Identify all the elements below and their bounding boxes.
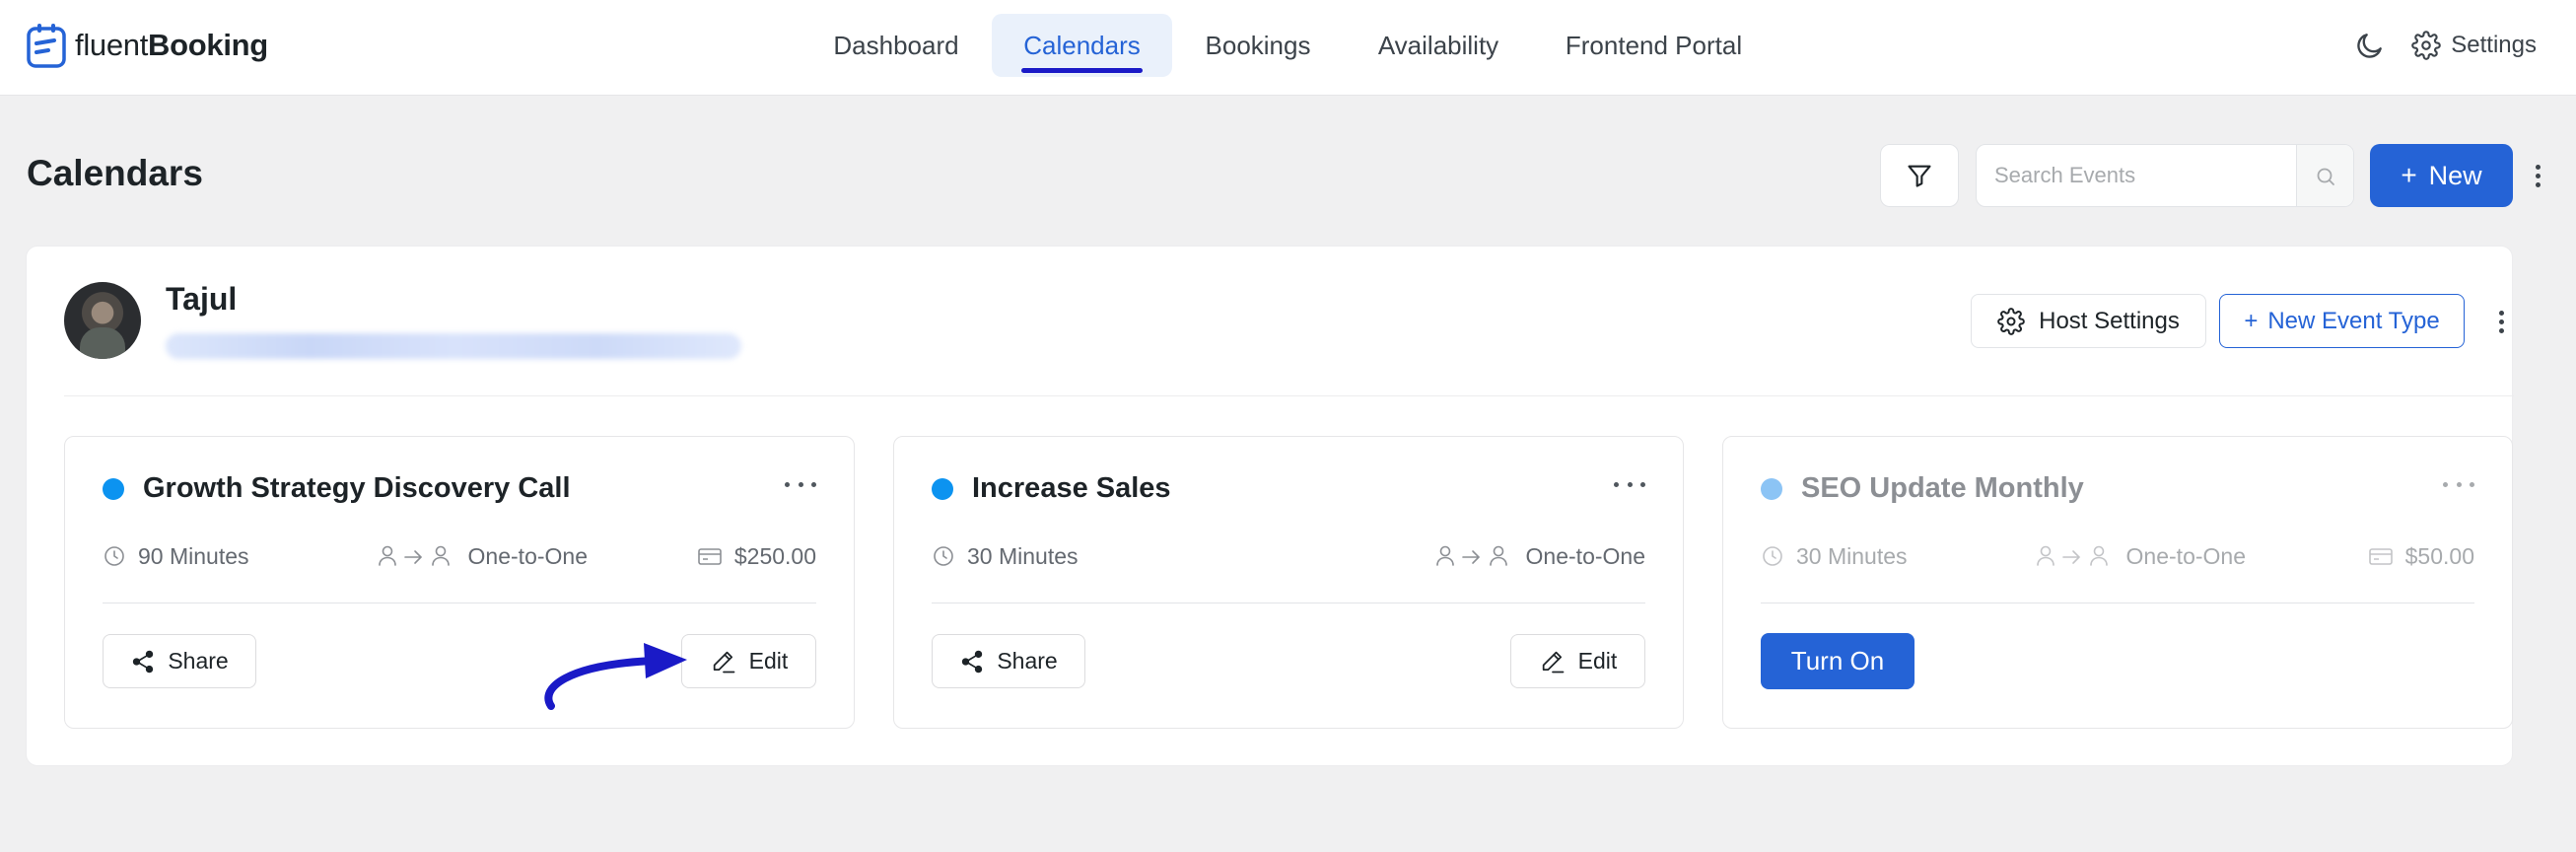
pencil-edit-icon bbox=[1542, 651, 1565, 673]
event-type: One-to-One bbox=[1433, 539, 1645, 573]
page-title: Calendars bbox=[27, 153, 203, 193]
event-status-dot bbox=[1761, 478, 1782, 500]
top-right-actions: Settings bbox=[2348, 24, 2537, 67]
search-icon bbox=[2317, 168, 2334, 185]
clock-icon bbox=[934, 546, 953, 566]
event-card-increase-sales: Increase Sales 30 Minutes One-to-One Sha… bbox=[893, 436, 1684, 729]
pencil-edit-icon bbox=[713, 651, 735, 673]
plus-icon: + bbox=[2244, 307, 2259, 334]
settings-label: Settings bbox=[2451, 32, 2537, 58]
turn-on-button[interactable]: Turn On bbox=[1761, 633, 1915, 689]
share-button[interactable]: Share bbox=[103, 634, 256, 688]
top-navigation-bar: fluentBooking Dashboard Calendars Bookin… bbox=[0, 0, 2576, 96]
search-events-input[interactable] bbox=[1977, 145, 2296, 206]
clock-icon bbox=[104, 546, 124, 566]
host-calendar-panel: Tajul Host Settings + New Event Type Gro… bbox=[26, 246, 2514, 766]
event-price: $50.00 bbox=[2368, 539, 2474, 573]
event-title: Increase Sales bbox=[972, 472, 1171, 504]
host-settings-label: Host Settings bbox=[2039, 307, 2180, 334]
search-button[interactable] bbox=[2296, 145, 2353, 206]
filter-icon bbox=[1908, 165, 1931, 187]
nav-item-calendars-label: Calendars bbox=[1023, 31, 1141, 60]
edit-button[interactable]: Edit bbox=[1510, 634, 1645, 688]
gear-icon bbox=[1997, 307, 2025, 335]
credit-card-icon bbox=[698, 548, 722, 565]
active-tab-indicator bbox=[1021, 68, 1143, 73]
gear-icon bbox=[2411, 31, 2442, 60]
settings-link[interactable]: Settings bbox=[2411, 31, 2537, 60]
card-divider bbox=[103, 603, 816, 604]
event-title: Growth Strategy Discovery Call bbox=[143, 472, 571, 504]
plus-icon: + bbox=[2401, 160, 2417, 190]
page-more-options-icon[interactable] bbox=[2528, 156, 2547, 195]
panel-divider bbox=[64, 395, 2514, 396]
share-icon bbox=[962, 650, 983, 673]
host-email-redacted bbox=[166, 333, 741, 359]
new-calendar-button[interactable]: + New bbox=[2370, 144, 2513, 207]
event-card-growth-strategy: Growth Strategy Discovery Call 90 Minute… bbox=[64, 436, 855, 729]
event-status-dot bbox=[103, 478, 124, 500]
event-more-options-icon[interactable] bbox=[1614, 472, 1645, 496]
search-box bbox=[1976, 144, 2354, 207]
card-divider bbox=[932, 603, 1645, 604]
nav-item-frontend-portal[interactable]: Frontend Portal bbox=[1541, 14, 1767, 77]
event-duration: 30 Minutes bbox=[932, 539, 1079, 573]
one-to-one-icon bbox=[378, 545, 450, 566]
nav-item-availability[interactable]: Availability bbox=[1350, 14, 1527, 77]
event-status-dot bbox=[932, 478, 953, 500]
one-to-one-icon bbox=[2036, 545, 2108, 566]
nav-item-bookings[interactable]: Bookings bbox=[1180, 14, 1336, 77]
host-more-options-icon[interactable] bbox=[2491, 302, 2511, 341]
event-duration: 30 Minutes bbox=[1761, 539, 1908, 573]
one-to-one-icon bbox=[1435, 545, 1507, 566]
event-price: $250.00 bbox=[697, 539, 816, 573]
host-settings-button[interactable]: Host Settings bbox=[1971, 294, 2206, 348]
nav-item-dashboard[interactable]: Dashboard bbox=[801, 14, 992, 77]
moon-icon bbox=[2357, 34, 2383, 58]
edit-button[interactable]: Edit bbox=[681, 634, 816, 688]
main-nav: Dashboard Calendars Bookings Availabilit… bbox=[0, 14, 2576, 77]
credit-card-icon bbox=[2368, 548, 2393, 565]
event-title: SEO Update Monthly bbox=[1801, 472, 2084, 504]
host-avatar bbox=[64, 282, 141, 359]
dark-mode-toggle[interactable] bbox=[2348, 24, 2392, 67]
new-event-type-button[interactable]: + New Event Type bbox=[2219, 294, 2465, 348]
nav-item-calendars[interactable]: Calendars bbox=[992, 14, 1172, 77]
card-divider bbox=[1761, 603, 2474, 604]
share-button[interactable]: Share bbox=[932, 634, 1085, 688]
filter-button[interactable] bbox=[1880, 144, 1959, 207]
new-button-label: New bbox=[2428, 160, 2482, 190]
event-more-options-icon[interactable] bbox=[785, 472, 816, 496]
event-type: One-to-One bbox=[2034, 539, 2246, 573]
event-type: One-to-One bbox=[376, 539, 588, 573]
event-duration: 90 Minutes bbox=[103, 539, 249, 573]
clock-icon bbox=[1763, 546, 1782, 566]
new-event-type-label: New Event Type bbox=[2267, 307, 2440, 334]
host-name: Tajul bbox=[166, 281, 238, 317]
event-card-seo-update: SEO Update Monthly 30 Minutes One-to-One… bbox=[1722, 436, 2513, 729]
event-more-options-icon[interactable] bbox=[2443, 472, 2474, 496]
share-icon bbox=[133, 650, 154, 673]
